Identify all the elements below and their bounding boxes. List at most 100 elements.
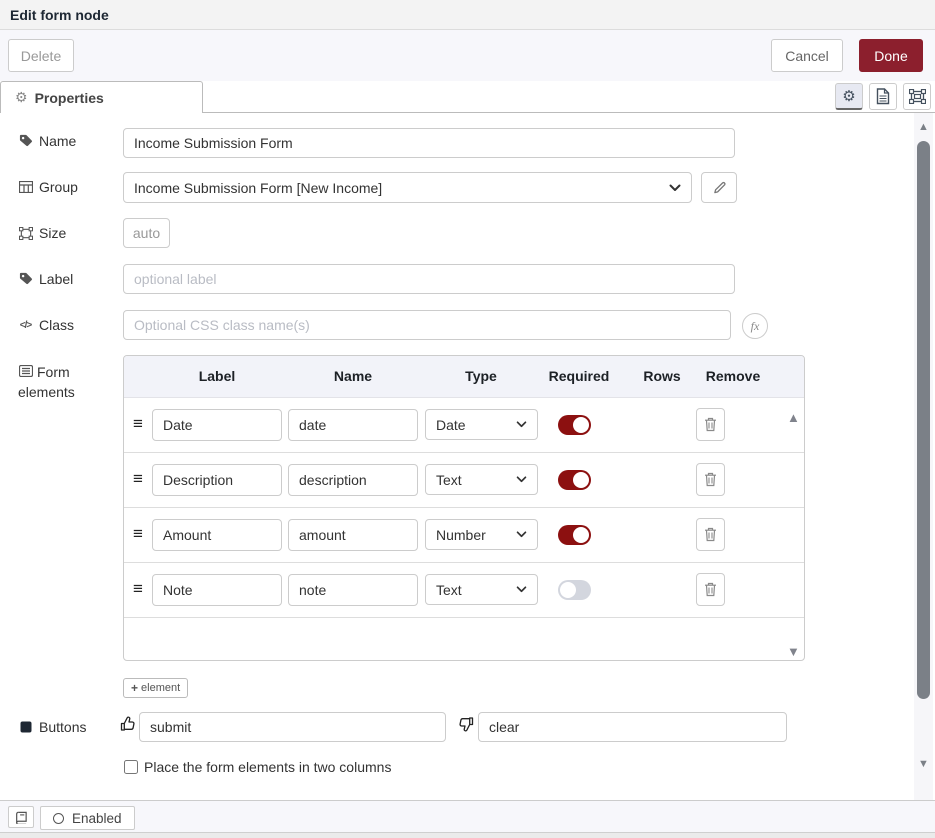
workspace-edge xyxy=(0,832,935,838)
table-row: ≡ Text xyxy=(124,563,804,618)
col-header-type: Type xyxy=(465,368,497,384)
table-row: ≡ Date ▲ xyxy=(124,398,804,453)
element-name-input[interactable] xyxy=(288,409,418,441)
enabled-toggle-button[interactable]: Enabled xyxy=(40,806,135,830)
required-toggle[interactable] xyxy=(558,580,591,600)
edit-group-button[interactable] xyxy=(701,172,737,203)
group-field-label: Group xyxy=(18,179,78,195)
gear-icon: ⚙ xyxy=(15,89,28,106)
element-label-input[interactable] xyxy=(152,519,282,551)
table-icon xyxy=(18,181,33,193)
element-name-input[interactable] xyxy=(288,574,418,606)
required-toggle[interactable] xyxy=(558,415,591,435)
col-header-rows: Rows xyxy=(643,368,680,384)
remove-element-button[interactable] xyxy=(696,408,725,441)
element-label-input[interactable] xyxy=(152,574,282,606)
scrollbar-thumb[interactable] xyxy=(917,141,930,699)
chevron-down-icon xyxy=(669,184,681,192)
remove-element-button[interactable] xyxy=(696,518,725,551)
element-label-input[interactable] xyxy=(152,464,282,496)
plus-icon: + xyxy=(131,681,138,695)
two-columns-checkbox[interactable] xyxy=(124,760,138,774)
remove-element-button[interactable] xyxy=(696,573,725,606)
submit-button-input[interactable] xyxy=(139,712,446,742)
tag-icon xyxy=(18,134,33,148)
document-icon xyxy=(876,88,890,105)
chevron-down-icon xyxy=(516,476,527,483)
remove-element-button[interactable] xyxy=(696,463,725,496)
size-button[interactable]: auto xyxy=(123,218,170,248)
label-input[interactable] xyxy=(123,264,735,294)
gear-icon: ⚙ xyxy=(842,87,855,105)
square-icon xyxy=(18,721,33,733)
dialog-header: Edit form node xyxy=(0,0,935,30)
drag-handle-icon[interactable]: ≡ xyxy=(133,579,143,599)
table-row: ≡ Text xyxy=(124,453,804,508)
thumbs-down-icon xyxy=(458,716,474,732)
element-type-select[interactable]: Text xyxy=(425,464,538,495)
drag-handle-icon[interactable]: ≡ xyxy=(133,524,143,544)
tab-buttons: ⚙ xyxy=(835,83,931,110)
element-label-input[interactable] xyxy=(152,409,282,441)
group-select[interactable]: Income Submission Form [New Income] xyxy=(123,172,692,203)
trash-icon xyxy=(704,472,717,487)
element-name-input[interactable] xyxy=(288,519,418,551)
description-tab-button[interactable] xyxy=(869,83,897,110)
trash-icon xyxy=(704,527,717,542)
delete-button[interactable]: Delete xyxy=(8,39,74,72)
class-style-button[interactable]: fx xyxy=(742,313,768,339)
drag-handle-icon[interactable]: ≡ xyxy=(133,414,143,434)
thumbs-up-icon xyxy=(120,716,136,732)
trash-icon xyxy=(704,582,717,597)
name-field-label: Name xyxy=(18,133,76,149)
col-header-remove: Remove xyxy=(706,368,760,384)
element-type-select[interactable]: Number xyxy=(425,519,538,550)
node-help-button[interactable] xyxy=(8,806,34,828)
trash-icon xyxy=(704,417,717,432)
add-element-button[interactable]: +element xyxy=(123,678,188,698)
element-name-input[interactable] xyxy=(288,464,418,496)
clear-button-input[interactable] xyxy=(478,712,787,742)
cancel-button[interactable]: Cancel xyxy=(771,39,843,72)
vertical-scrollbar[interactable]: ▲ ▼ xyxy=(914,113,933,800)
tab-properties-label: Properties xyxy=(35,90,104,106)
chevron-down-icon xyxy=(516,531,527,538)
form-elements-table-header: Label Name Type Required Rows Remove xyxy=(124,356,804,398)
enabled-label: Enabled xyxy=(72,811,122,826)
properties-panel: Name Group Income Submission Form [New I… xyxy=(0,113,935,800)
scroll-down-icon[interactable]: ▼ xyxy=(917,758,930,770)
scroll-down-icon[interactable]: ▼ xyxy=(787,644,800,659)
scroll-up-icon[interactable]: ▲ xyxy=(917,121,930,133)
class-input[interactable] xyxy=(123,310,731,340)
col-header-name: Name xyxy=(334,368,372,384)
required-toggle[interactable] xyxy=(558,470,591,490)
appearance-tab-button[interactable] xyxy=(903,83,931,110)
fx-icon: fx xyxy=(751,319,760,334)
tab-bar: ⚙ Properties ⚙ xyxy=(0,81,935,113)
element-type-select[interactable]: Date xyxy=(425,409,538,440)
dialog-toolbar: Delete Cancel Done xyxy=(0,30,935,81)
tag-icon xyxy=(18,272,33,286)
required-toggle[interactable] xyxy=(558,525,591,545)
form-elements-field-label: Form elements xyxy=(18,362,113,402)
circle-icon xyxy=(53,813,64,824)
name-input[interactable] xyxy=(123,128,735,158)
scroll-up-icon[interactable]: ▲ xyxy=(787,410,800,425)
table-row: ≡ Number xyxy=(124,508,804,563)
drag-handle-icon[interactable]: ≡ xyxy=(133,469,143,489)
element-type-select[interactable]: Text xyxy=(425,574,538,605)
dialog-title: Edit form node xyxy=(10,7,109,23)
done-button[interactable]: Done xyxy=(859,39,923,72)
object-group-icon xyxy=(909,89,926,104)
footer-tray: Enabled xyxy=(0,800,935,832)
book-icon xyxy=(15,811,28,824)
properties-tab-button[interactable]: ⚙ xyxy=(835,83,863,110)
size-icon xyxy=(18,227,33,240)
col-header-required: Required xyxy=(549,368,610,384)
tab-properties[interactable]: ⚙ Properties xyxy=(0,81,203,113)
col-header-label: Label xyxy=(199,368,236,384)
code-icon: </> xyxy=(18,320,33,331)
size-field-label: Size xyxy=(18,225,66,241)
chevron-down-icon xyxy=(516,421,527,428)
buttons-field-label: Buttons xyxy=(18,719,86,735)
